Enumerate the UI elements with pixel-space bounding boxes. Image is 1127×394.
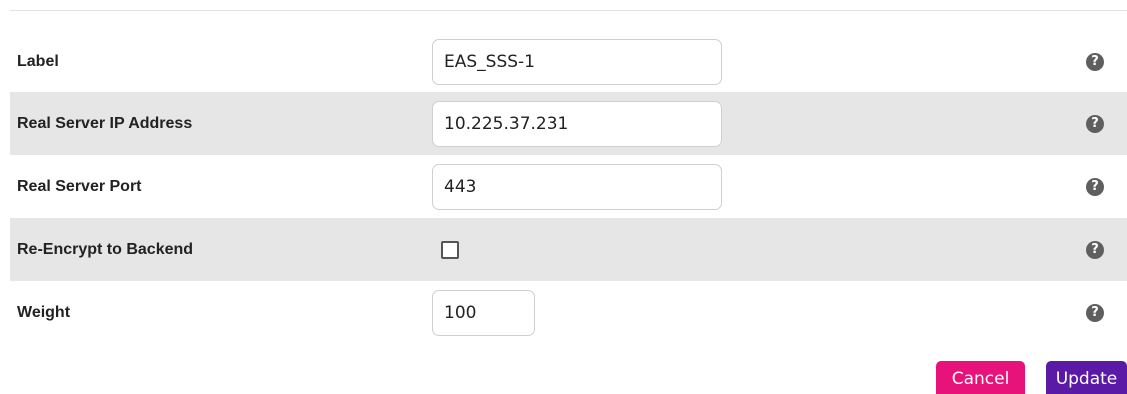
real-server-form: Label ? Real Server IP Address ? Real Se…: [0, 0, 1127, 394]
question-circle-icon[interactable]: ?: [1086, 114, 1104, 133]
label-input[interactable]: [432, 38, 722, 85]
update-button[interactable]: Update: [1046, 361, 1127, 394]
real-server-ip-input[interactable]: [432, 100, 722, 147]
question-circle-icon[interactable]: ?: [1086, 240, 1104, 259]
real-server-ip-label: Real Server IP Address: [17, 114, 193, 132]
weight-label: Weight: [17, 303, 71, 321]
row-re-encrypt: Re-Encrypt to Backend ?: [10, 218, 1127, 281]
re-encrypt-label: Re-Encrypt to Backend: [17, 240, 194, 258]
question-circle-icon[interactable]: ?: [1086, 303, 1104, 322]
real-server-port-input[interactable]: [432, 163, 722, 210]
row-label: Label ?: [10, 30, 1127, 93]
row-real-server-ip: Real Server IP Address ?: [10, 92, 1127, 155]
top-divider: [10, 10, 1127, 11]
re-encrypt-checkbox[interactable]: [441, 240, 459, 259]
question-circle-icon[interactable]: ?: [1086, 52, 1104, 71]
real-server-port-label: Real Server Port: [17, 177, 142, 195]
question-circle-icon[interactable]: ?: [1086, 177, 1104, 196]
label-field-label: Label: [17, 52, 59, 70]
row-real-server-port: Real Server Port ?: [10, 155, 1127, 218]
cancel-button[interactable]: Cancel: [936, 361, 1025, 394]
row-weight: Weight ?: [10, 281, 1127, 344]
weight-input[interactable]: [432, 289, 535, 336]
